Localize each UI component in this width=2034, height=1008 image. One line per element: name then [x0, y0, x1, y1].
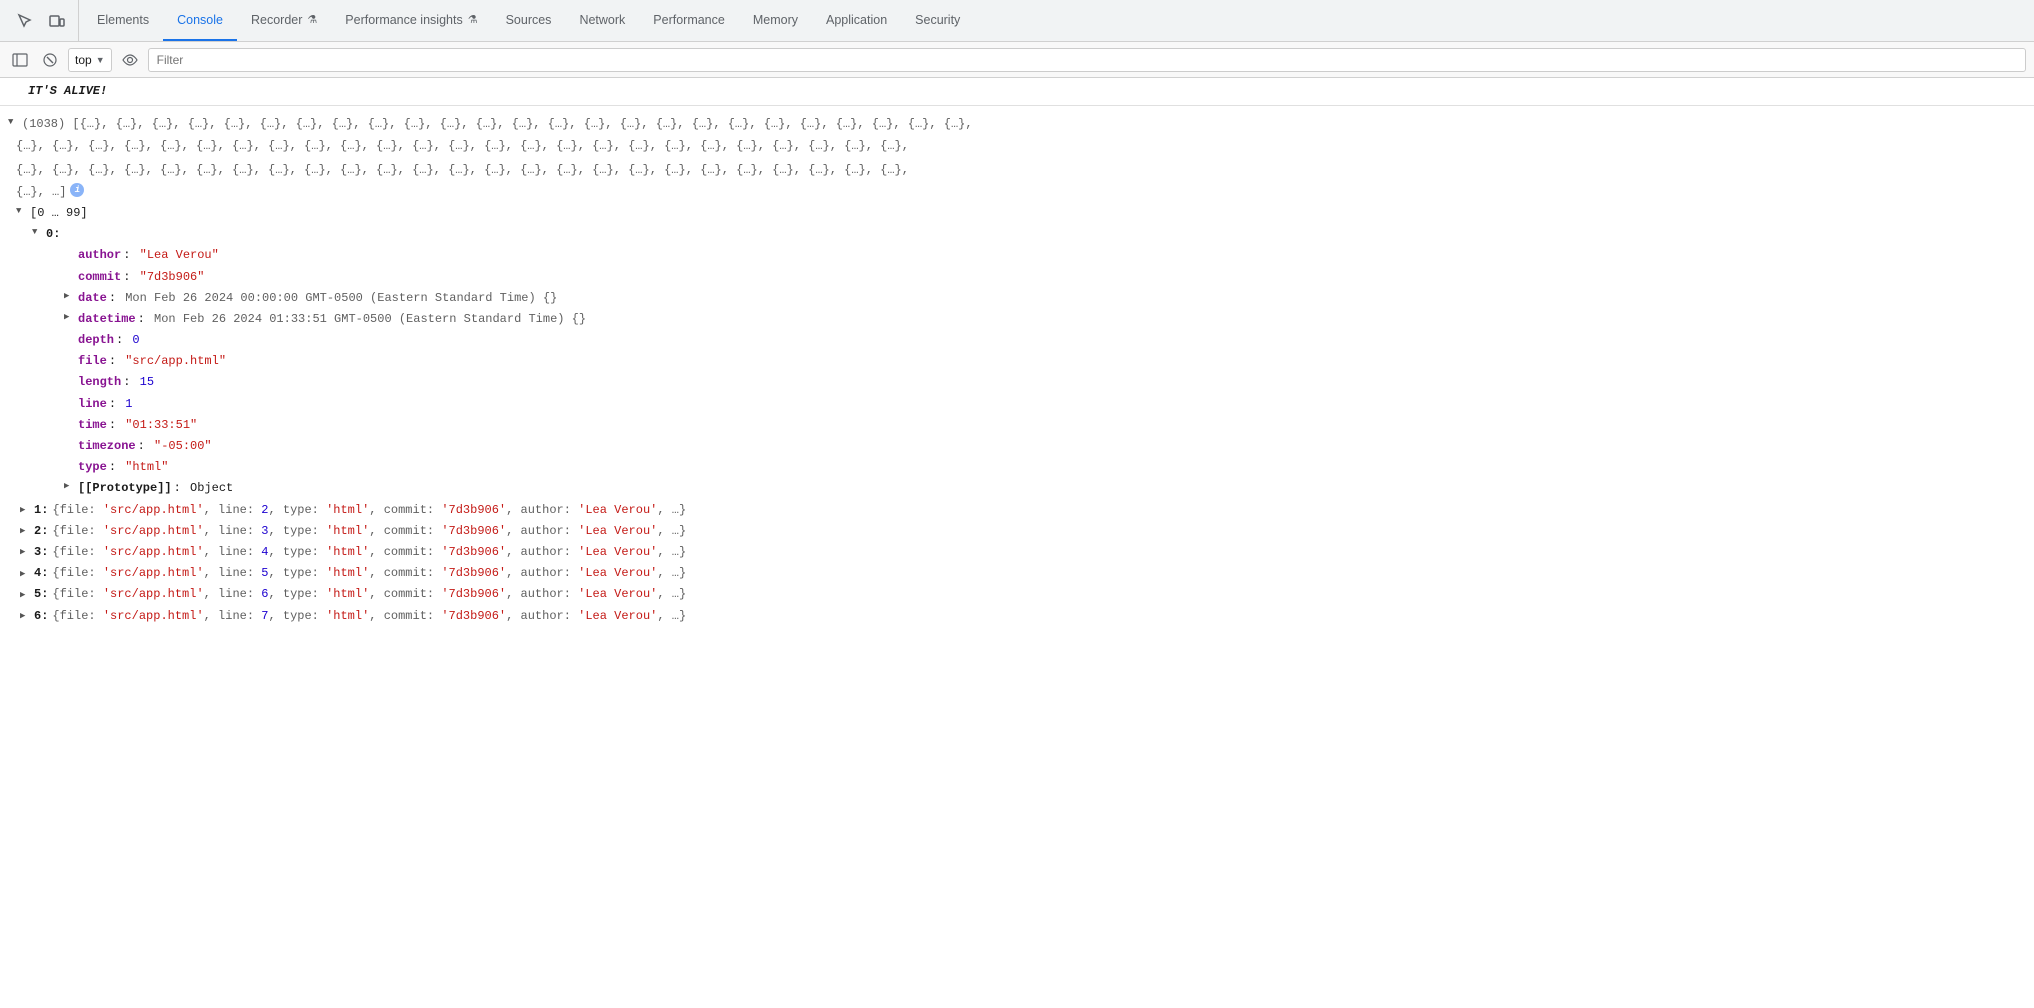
prototype-row[interactable]: [[Prototype]] : Object — [0, 478, 2034, 499]
item0-expand-arrow[interactable] — [32, 225, 44, 239]
tab-bar: Elements Console Recorder ⚗ Performance … — [0, 0, 2034, 42]
console-toolbar: top ▼ — [0, 42, 2034, 78]
field-author-row[interactable]: author : "Lea Verou" — [0, 245, 2034, 266]
datetime-expand-arrow[interactable] — [64, 310, 76, 324]
tab-performance-insights[interactable]: Performance insights ⚗ — [331, 0, 491, 41]
field-datetime-row[interactable]: datetime : Mon Feb 26 2024 01:33:51 GMT-… — [0, 309, 2034, 330]
prototype-expand-arrow[interactable] — [64, 479, 76, 493]
array-tail-row: {…}, …] i — [0, 182, 2034, 203]
console-output: IT'S ALIVE! (1038) [{…}, {…}, {…}, {…}, … — [0, 78, 2034, 1008]
sidebar-toggle-button[interactable] — [8, 48, 32, 72]
list-item-2[interactable]: 2: {file: 'src/app.html', line: 3, type:… — [0, 521, 2034, 542]
item6-expand-arrow[interactable] — [20, 609, 32, 623]
tab-console[interactable]: Console — [163, 0, 237, 41]
recorder-flask-icon: ⚗ — [307, 13, 317, 26]
tab-application[interactable]: Application — [812, 0, 901, 41]
tab-sources[interactable]: Sources — [492, 0, 566, 41]
item2-expand-arrow[interactable] — [20, 524, 32, 538]
list-item-5[interactable]: 5: {file: 'src/app.html', line: 6, type:… — [0, 584, 2034, 605]
item4-expand-arrow[interactable] — [20, 567, 32, 581]
filter-input[interactable] — [148, 48, 2026, 72]
field-timezone-row[interactable]: timezone : "-05:00" — [0, 436, 2034, 457]
perf-flask-icon: ⚗ — [468, 13, 478, 26]
eye-icon[interactable] — [118, 48, 142, 72]
field-time-row[interactable]: time : "01:33:51" — [0, 415, 2034, 436]
field-type-row[interactable]: type : "html" — [0, 457, 2034, 478]
devtools-icons — [4, 0, 79, 41]
chevron-down-icon: ▼ — [96, 55, 105, 65]
array-header-row[interactable]: (1038) [{…}, {…}, {…}, {…}, {…}, {…}, {…… — [0, 114, 2034, 135]
array-cont1-row: {…}, {…}, {…}, {…}, {…}, {…}, {…}, {…}, … — [0, 135, 2034, 158]
tab-recorder[interactable]: Recorder ⚗ — [237, 0, 331, 41]
list-item-3[interactable]: 3: {file: 'src/app.html', line: 4, type:… — [0, 542, 2034, 563]
alive-message: IT'S ALIVE! — [0, 78, 2034, 106]
item1-expand-arrow[interactable] — [20, 503, 32, 517]
list-item-1[interactable]: 1: {file: 'src/app.html', line: 2, type:… — [0, 500, 2034, 521]
array-cont2-row: {…}, {…}, {…}, {…}, {…}, {…}, {…}, {…}, … — [0, 159, 2034, 182]
list-item-4[interactable]: 4: {file: 'src/app.html', line: 5, type:… — [0, 563, 2034, 584]
field-depth-row[interactable]: depth : 0 — [0, 330, 2034, 351]
device-toggle-icon[interactable] — [44, 8, 70, 34]
list-item-6[interactable]: 6: {file: 'src/app.html', line: 7, type:… — [0, 606, 2034, 627]
range-row[interactable]: [0 … 99] — [0, 203, 2034, 224]
item3-expand-arrow[interactable] — [20, 545, 32, 559]
tab-elements[interactable]: Elements — [83, 0, 163, 41]
clear-console-button[interactable] — [38, 48, 62, 72]
array-expand-arrow[interactable] — [8, 115, 20, 129]
date-expand-arrow[interactable] — [64, 289, 76, 303]
tab-memory[interactable]: Memory — [739, 0, 812, 41]
field-line-row[interactable]: line : 1 — [0, 394, 2034, 415]
info-icon[interactable]: i — [70, 183, 84, 197]
field-length-row[interactable]: length : 15 — [0, 372, 2034, 393]
item0-row[interactable]: 0: — [0, 224, 2034, 245]
field-date-row[interactable]: date : Mon Feb 26 2024 00:00:00 GMT-0500… — [0, 288, 2034, 309]
field-file-row[interactable]: file : "src/app.html" — [0, 351, 2034, 372]
item5-expand-arrow[interactable] — [20, 588, 32, 602]
inspect-icon[interactable] — [12, 8, 38, 34]
tab-network[interactable]: Network — [565, 0, 639, 41]
range-expand-arrow[interactable] — [16, 204, 28, 218]
context-selector[interactable]: top ▼ — [68, 48, 112, 72]
tab-performance[interactable]: Performance — [639, 0, 739, 41]
field-commit-row[interactable]: commit : "7d3b906" — [0, 267, 2034, 288]
tab-security[interactable]: Security — [901, 0, 974, 41]
